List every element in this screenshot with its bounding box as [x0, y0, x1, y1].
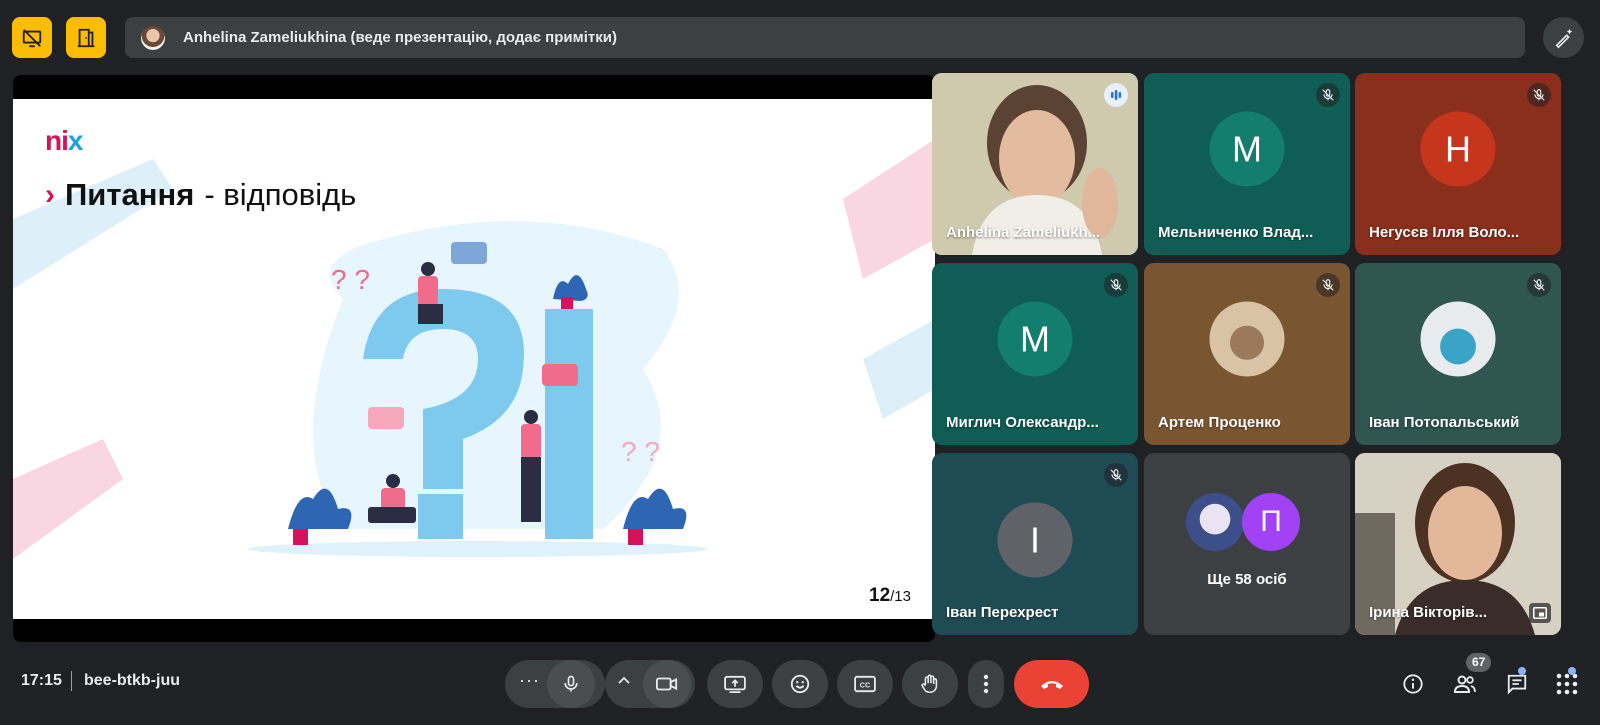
presenter-info-bar: Anhelina Zameliukhina (веде презентацію,… [125, 17, 1525, 58]
presentation-slide: ? ? ? ? nix › Питання - відповідь 12/13 [13, 99, 935, 619]
participant-avatar [1420, 301, 1496, 377]
participant-tile[interactable]: Іван Потопальський [1355, 263, 1561, 445]
audio-level-icon [1111, 90, 1122, 100]
participant-tile[interactable]: І Іван Перехрест [932, 453, 1138, 635]
chat-button[interactable] [1497, 664, 1537, 704]
participant-avatar: П [1242, 493, 1300, 551]
reactions-button[interactable] [772, 660, 828, 708]
mic-off-indicator [1104, 463, 1128, 487]
activities-button[interactable] [1547, 664, 1587, 704]
presenter-avatar [141, 25, 165, 50]
speaking-indicator [1104, 83, 1128, 107]
slide-title-bold: Питання [65, 177, 195, 212]
activities-notification-dot [1568, 667, 1576, 675]
participant-tile[interactable]: М Миглич Олександр... [932, 263, 1138, 445]
mic-off-indicator [1316, 83, 1340, 107]
participants-count-badge: 67 [1466, 653, 1492, 672]
svg-text:CC: CC [860, 681, 870, 690]
chevron-right-icon: › [45, 178, 55, 211]
microphone-icon [564, 675, 578, 692]
people-icon [1453, 675, 1476, 693]
nix-logo: nix [45, 125, 83, 156]
svg-text:? ?: ? ? [331, 264, 370, 295]
participant-tile[interactable]: Артем Проценко [1144, 263, 1350, 445]
audio-options-button[interactable]: ··· [519, 670, 540, 691]
chat-notification-dot [1518, 667, 1526, 675]
others-count-label: Ще 58 осіб [1207, 571, 1287, 588]
participant-tile[interactable]: Anhelina Zameliukh... [932, 73, 1138, 255]
more-options-button[interactable] [968, 660, 1004, 708]
info-icon [1403, 674, 1423, 694]
mic-group: ··· [505, 660, 605, 708]
video-options-button[interactable] [617, 674, 631, 693]
others-tile[interactable]: П Ще 58 осіб [1144, 453, 1350, 635]
svg-text:? ?: ? ? [621, 436, 660, 467]
participant-tile[interactable]: Н Негусєв Ілля Воло... [1355, 73, 1561, 255]
mic-off-icon [1322, 279, 1334, 291]
presentation-stage: ? ? ? ? nix › Питання - відповідь 12/13 [13, 75, 935, 642]
participant-avatar: Н [1420, 111, 1496, 187]
present-button[interactable] [707, 660, 763, 708]
pip-button[interactable] [1529, 603, 1551, 623]
participant-name: Миглич Олександр... [946, 414, 1099, 431]
mic-off-indicator [1527, 83, 1551, 107]
apps-grid-icon [1556, 673, 1578, 695]
raise-hand-button[interactable] [902, 660, 958, 708]
mic-off-icon [1322, 89, 1334, 101]
camera-button[interactable] [643, 660, 691, 708]
participant-name: Негусєв Ілля Воло... [1369, 224, 1520, 241]
divider [71, 671, 72, 691]
bottom-control-bar: 17:15 bee-btkb-juu ··· CC [0, 642, 1600, 725]
participant-tile[interactable]: Ірина Вікторів... [1355, 453, 1561, 635]
exit-presentation-button[interactable] [66, 17, 106, 58]
pen-sparkle-icon [1554, 28, 1572, 48]
hand-icon [921, 674, 938, 694]
picture-in-picture-icon [1533, 607, 1547, 619]
participant-avatar: М [997, 301, 1073, 377]
hang-up-icon [1040, 681, 1063, 689]
meeting-code: bee-btkb-juu [84, 672, 180, 689]
participant-name: Іван Перехрест [946, 604, 1059, 621]
presenter-label: Anhelina Zameliukhina (веде презентацію,… [183, 29, 617, 46]
top-bar: Anhelina Zameliukhina (веде презентацію,… [0, 0, 1600, 72]
closed-captions-icon: CC [854, 675, 876, 693]
participant-name: Ірина Вікторів... [1369, 604, 1487, 621]
mic-off-indicator [1316, 273, 1340, 297]
emoji-icon [790, 674, 810, 694]
mic-off-icon [1110, 469, 1122, 481]
chevron-up-icon [618, 676, 630, 684]
participant-name: Іван Потопальський [1369, 414, 1520, 431]
mic-off-indicator [1104, 273, 1128, 297]
mic-off-indicator [1527, 273, 1551, 297]
microphone-button[interactable] [547, 660, 595, 708]
present-screen-icon [724, 675, 746, 693]
mic-off-icon [1533, 279, 1545, 291]
participant-name: Артем Проценко [1158, 414, 1281, 431]
door-icon [77, 28, 95, 47]
participant-avatar: М [1209, 111, 1285, 187]
slide-title: › Питання - відповідь [45, 177, 356, 213]
annotate-button[interactable] [1543, 17, 1584, 58]
participant-avatar: І [997, 502, 1073, 578]
participant-avatar [1186, 493, 1244, 551]
participant-name: Мельниченко Влад... [1158, 224, 1314, 241]
captions-button[interactable]: CC [837, 660, 893, 708]
camera-group [605, 660, 695, 708]
mic-off-icon [1533, 89, 1545, 101]
leave-call-button[interactable] [1014, 660, 1089, 708]
clock: 17:15 [21, 672, 62, 689]
meeting-info-button[interactable] [1393, 664, 1433, 704]
participant-name: Anhelina Zameliukh... [946, 224, 1101, 241]
participant-avatar [1209, 301, 1285, 377]
chat-icon [1507, 674, 1527, 695]
mic-off-icon [1110, 279, 1122, 291]
more-vert-icon [983, 674, 989, 694]
slide-title-rest: - відповідь [204, 177, 357, 212]
slide-page-number: 12/13 [869, 585, 911, 606]
participant-tile[interactable]: М Мельниченко Влад... [1144, 73, 1350, 255]
camera-icon [656, 677, 678, 691]
hide-presentation-button[interactable] [12, 17, 52, 58]
presentation-off-icon [22, 28, 42, 47]
